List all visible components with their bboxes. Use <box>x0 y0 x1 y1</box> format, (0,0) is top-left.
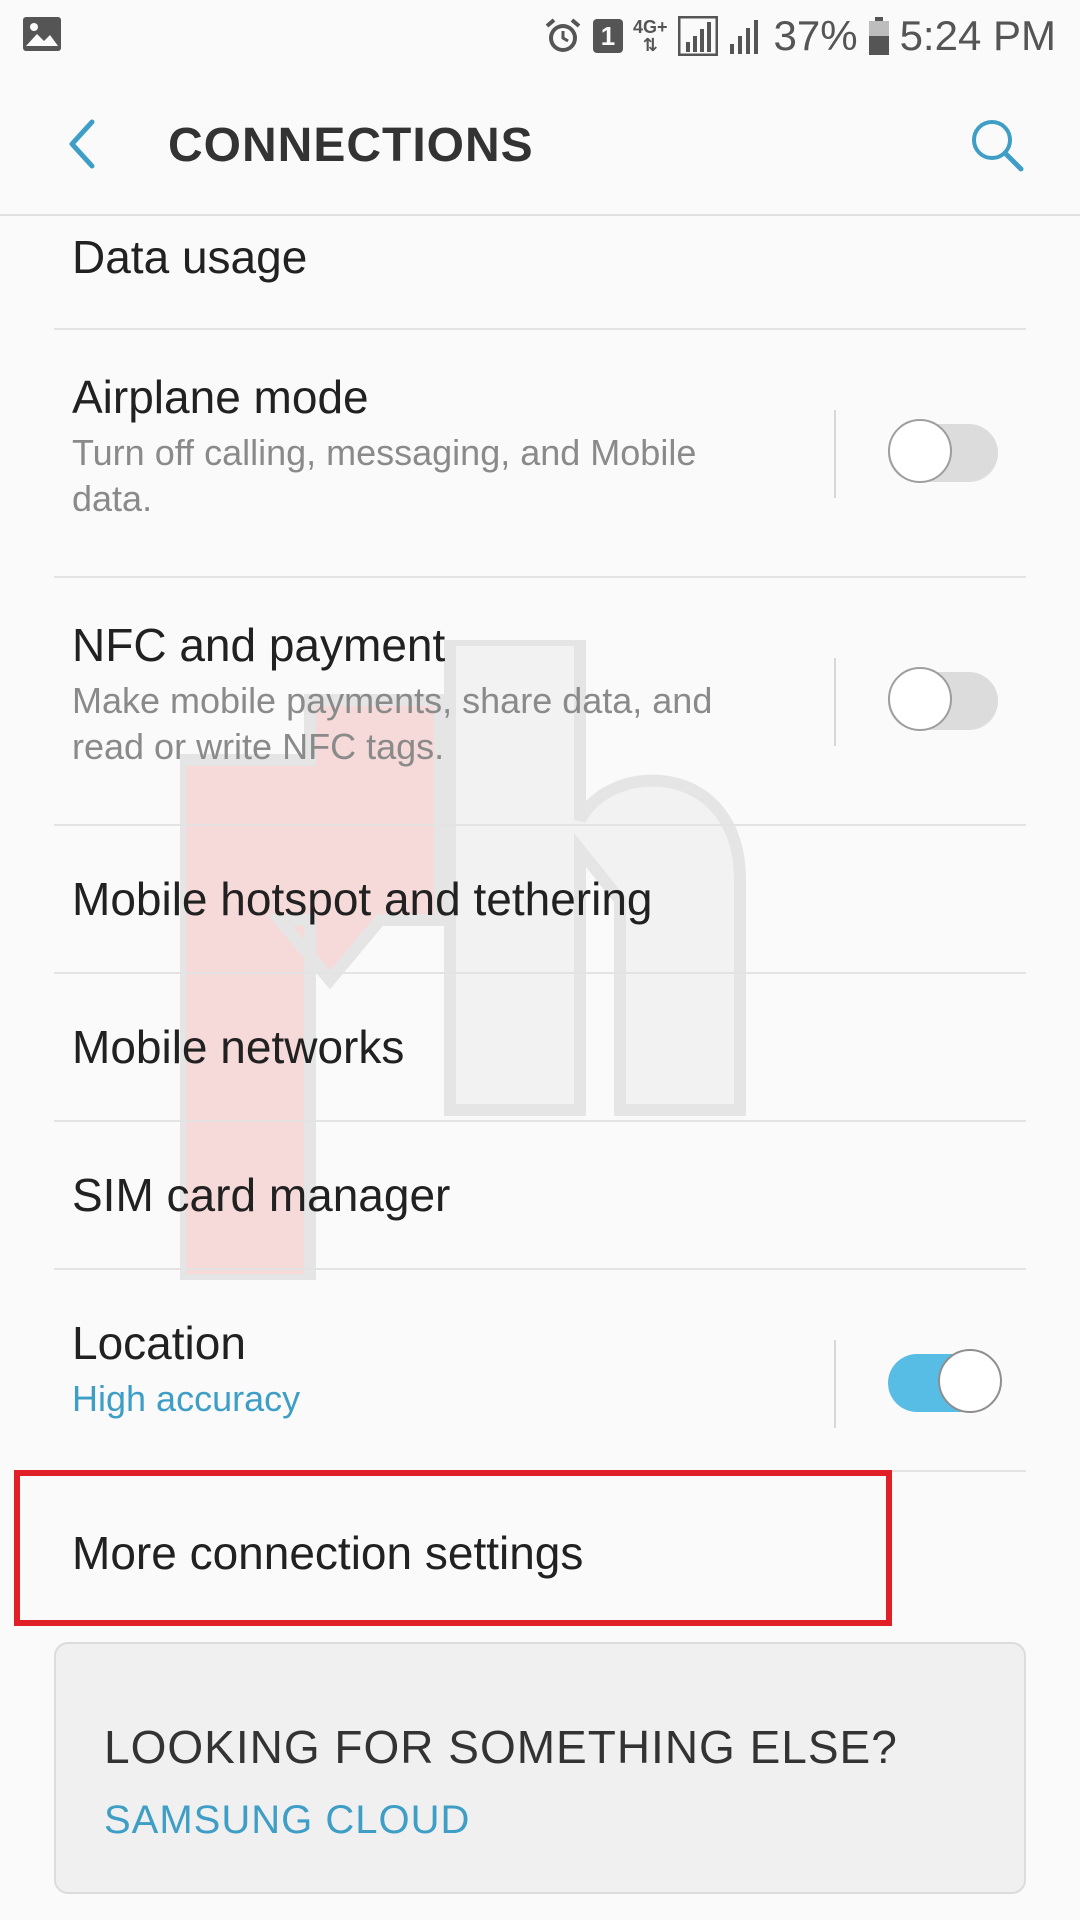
status-icons: 1 4G+ ⇅ 37% 5:24 PM <box>543 0 1056 72</box>
samsung-cloud-link[interactable]: SAMSUNG CLOUD <box>104 1798 470 1843</box>
card-heading: LOOKING FOR SOMETHING ELSE? <box>104 1721 898 1773</box>
separator <box>834 658 836 746</box>
setting-mobile-networks[interactable]: Mobile networks <box>0 974 1080 1122</box>
setting-mobile-hotspot[interactable]: Mobile hotspot and tethering <box>0 826 1080 974</box>
back-button[interactable] <box>52 114 112 174</box>
setting-title: Location <box>72 1317 246 1369</box>
setting-subtitle: Make mobile payments, share data, and re… <box>72 680 713 767</box>
setting-subtitle: High accuracy <box>72 1378 301 1419</box>
setting-airplane-mode[interactable]: Airplane mode Turn off calling, messagin… <box>0 330 1080 578</box>
setting-sim-card-manager[interactable]: SIM card manager <box>0 1122 1080 1270</box>
setting-title: SIM card manager <box>72 1169 451 1221</box>
gallery-icon <box>23 17 61 51</box>
setting-location[interactable]: Location High accuracy <box>0 1270 1080 1472</box>
battery-percent: 37% <box>773 12 858 59</box>
separator <box>834 410 836 498</box>
signal-icon-2 <box>729 20 758 54</box>
setting-title: Mobile networks <box>72 1021 405 1073</box>
back-arrow-icon <box>69 119 95 169</box>
separator <box>834 1340 836 1428</box>
search-icon <box>972 120 1024 172</box>
highlight-box <box>14 1470 892 1626</box>
setting-data-usage[interactable]: Data usage <box>0 216 1080 330</box>
page-title: CONNECTIONS <box>168 119 534 172</box>
location-toggle[interactable] <box>888 1349 1002 1413</box>
setting-title: Data usage <box>72 231 308 283</box>
nfc-toggle[interactable] <box>888 667 998 731</box>
setting-title: Airplane mode <box>72 371 369 423</box>
suggestion-card: LOOKING FOR SOMETHING ELSE? SAMSUNG CLOU… <box>54 1642 1026 1894</box>
app-bar: CONNECTIONS <box>0 72 1080 216</box>
alarm-icon <box>545 18 581 52</box>
setting-nfc-payment[interactable]: NFC and payment Make mobile payments, sh… <box>0 578 1080 826</box>
search-button[interactable] <box>962 110 1032 180</box>
network-type: 4G+ <box>632 17 668 37</box>
airplane-mode-toggle[interactable] <box>888 419 998 483</box>
signal-icon <box>677 16 718 56</box>
data-arrows-icon: 4G+ ⇅ <box>632 17 668 55</box>
sim-icon: 1 <box>592 19 623 53</box>
setting-subtitle: Turn off calling, messaging, and Mobile … <box>72 432 697 519</box>
setting-title: NFC and payment <box>72 619 446 671</box>
setting-title: Mobile hotspot and tethering <box>72 873 653 925</box>
status-bar: 1 4G+ ⇅ 37% 5:24 PM <box>0 0 1080 72</box>
battery-icon <box>868 17 889 55</box>
clock: 5:24 PM <box>899 12 1056 59</box>
